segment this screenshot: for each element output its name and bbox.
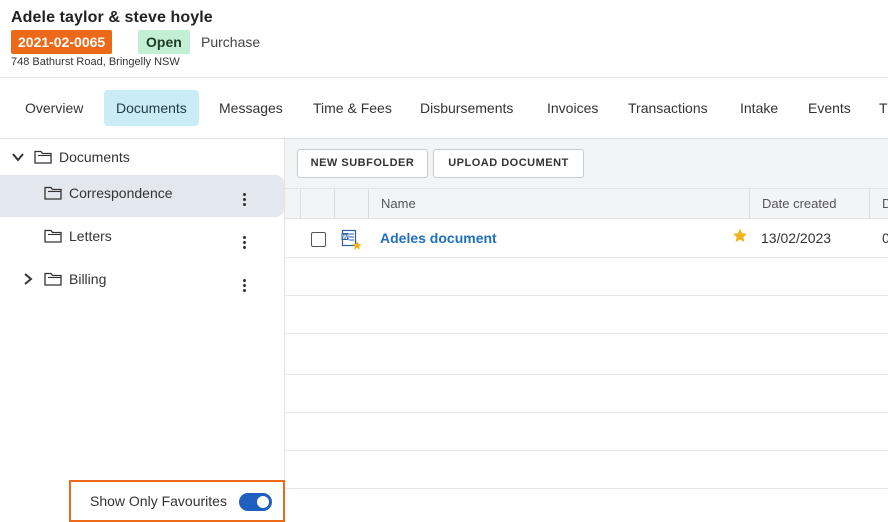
tree-item-billing[interactable]: Billing (0, 261, 284, 303)
row-checkbox[interactable] (311, 232, 326, 247)
show-only-favourites-label: Show Only Favourites (90, 493, 227, 509)
tree-item-label: Correspondence (69, 185, 173, 201)
tree-item-label: Documents (59, 149, 130, 165)
tab-disbursements[interactable]: Disbursements (408, 90, 525, 126)
empty-row (285, 296, 888, 334)
empty-row (285, 375, 888, 413)
truncated-cell: 0 (882, 230, 888, 246)
favourite-star-icon[interactable] (732, 228, 748, 244)
column-divider (749, 189, 750, 219)
documents-panel: NEW SUBFOLDER UPLOAD DOCUMENT Name Date … (285, 139, 888, 522)
matter-title: Adele taylor & steve hoyle (11, 9, 213, 26)
tab-transactions[interactable]: Transactions (616, 90, 720, 126)
show-only-favourites-toggle[interactable] (239, 493, 272, 511)
folder-icon (34, 150, 52, 164)
tree-item-label: Billing (69, 271, 107, 287)
tab-events[interactable]: Events (796, 90, 863, 126)
tree-item-letters[interactable]: Letters (0, 218, 284, 260)
more-options-icon[interactable] (240, 279, 250, 297)
empty-row (285, 258, 888, 296)
column-header-date-created[interactable]: Date created (762, 189, 836, 219)
chevron-down-icon[interactable] (11, 150, 25, 164)
tab-intake[interactable]: Intake (728, 90, 790, 126)
empty-row (285, 451, 888, 489)
column-divider (300, 189, 301, 219)
toggle-knob (257, 496, 269, 508)
new-subfolder-button[interactable]: NEW SUBFOLDER (297, 149, 428, 178)
matter-number-badge: 2021-02-0065 (11, 30, 113, 54)
tab-messages[interactable]: Messages (207, 90, 295, 126)
tab-bar: Overview Documents Messages Time & Fees … (0, 78, 888, 139)
column-divider (869, 189, 870, 219)
tab-invoices[interactable]: Invoices (535, 90, 610, 126)
folder-icon (44, 229, 62, 243)
date-created-cell: 13/02/2023 (761, 230, 832, 246)
matter-address: 748 Bathurst Road, Bringelly NSW (11, 56, 180, 68)
column-header-truncated[interactable]: D (882, 189, 888, 219)
table-row[interactable]: W Adeles document 13/02/2023 0 (285, 219, 888, 258)
column-header-name[interactable]: Name (381, 189, 416, 219)
svg-text:W: W (342, 235, 348, 241)
status-badge: Open (138, 30, 190, 54)
document-name-link[interactable]: Adeles document (380, 230, 497, 246)
empty-row (285, 334, 888, 375)
tab-documents[interactable]: Documents (104, 90, 199, 126)
documents-toolbar: NEW SUBFOLDER UPLOAD DOCUMENT (285, 139, 888, 189)
tree-item-correspondence[interactable]: Correspondence (0, 175, 284, 217)
show-only-favourites-control: Show Only Favourites (69, 480, 285, 522)
upload-document-button[interactable]: UPLOAD DOCUMENT (433, 149, 584, 178)
matter-type: Purchase (201, 34, 261, 50)
folder-tree: Documents Correspondence Letters Billing (0, 139, 285, 522)
tab-truncated[interactable]: T (867, 90, 888, 126)
tab-time-fees[interactable]: Time & Fees (301, 90, 404, 126)
table-header: Name Date created D (285, 189, 888, 219)
word-document-icon: W (341, 229, 362, 250)
column-divider (334, 189, 335, 219)
column-divider (368, 189, 369, 219)
tree-item-label: Letters (69, 228, 112, 244)
folder-icon (44, 272, 62, 286)
tab-overview[interactable]: Overview (13, 90, 95, 126)
more-options-icon[interactable] (240, 236, 250, 254)
folder-icon (44, 186, 62, 200)
more-options-icon[interactable] (240, 193, 250, 211)
chevron-right-icon[interactable] (21, 272, 35, 286)
empty-row (285, 413, 888, 451)
matter-header: Adele taylor & steve hoyle 2021-02-0065 … (0, 0, 888, 78)
